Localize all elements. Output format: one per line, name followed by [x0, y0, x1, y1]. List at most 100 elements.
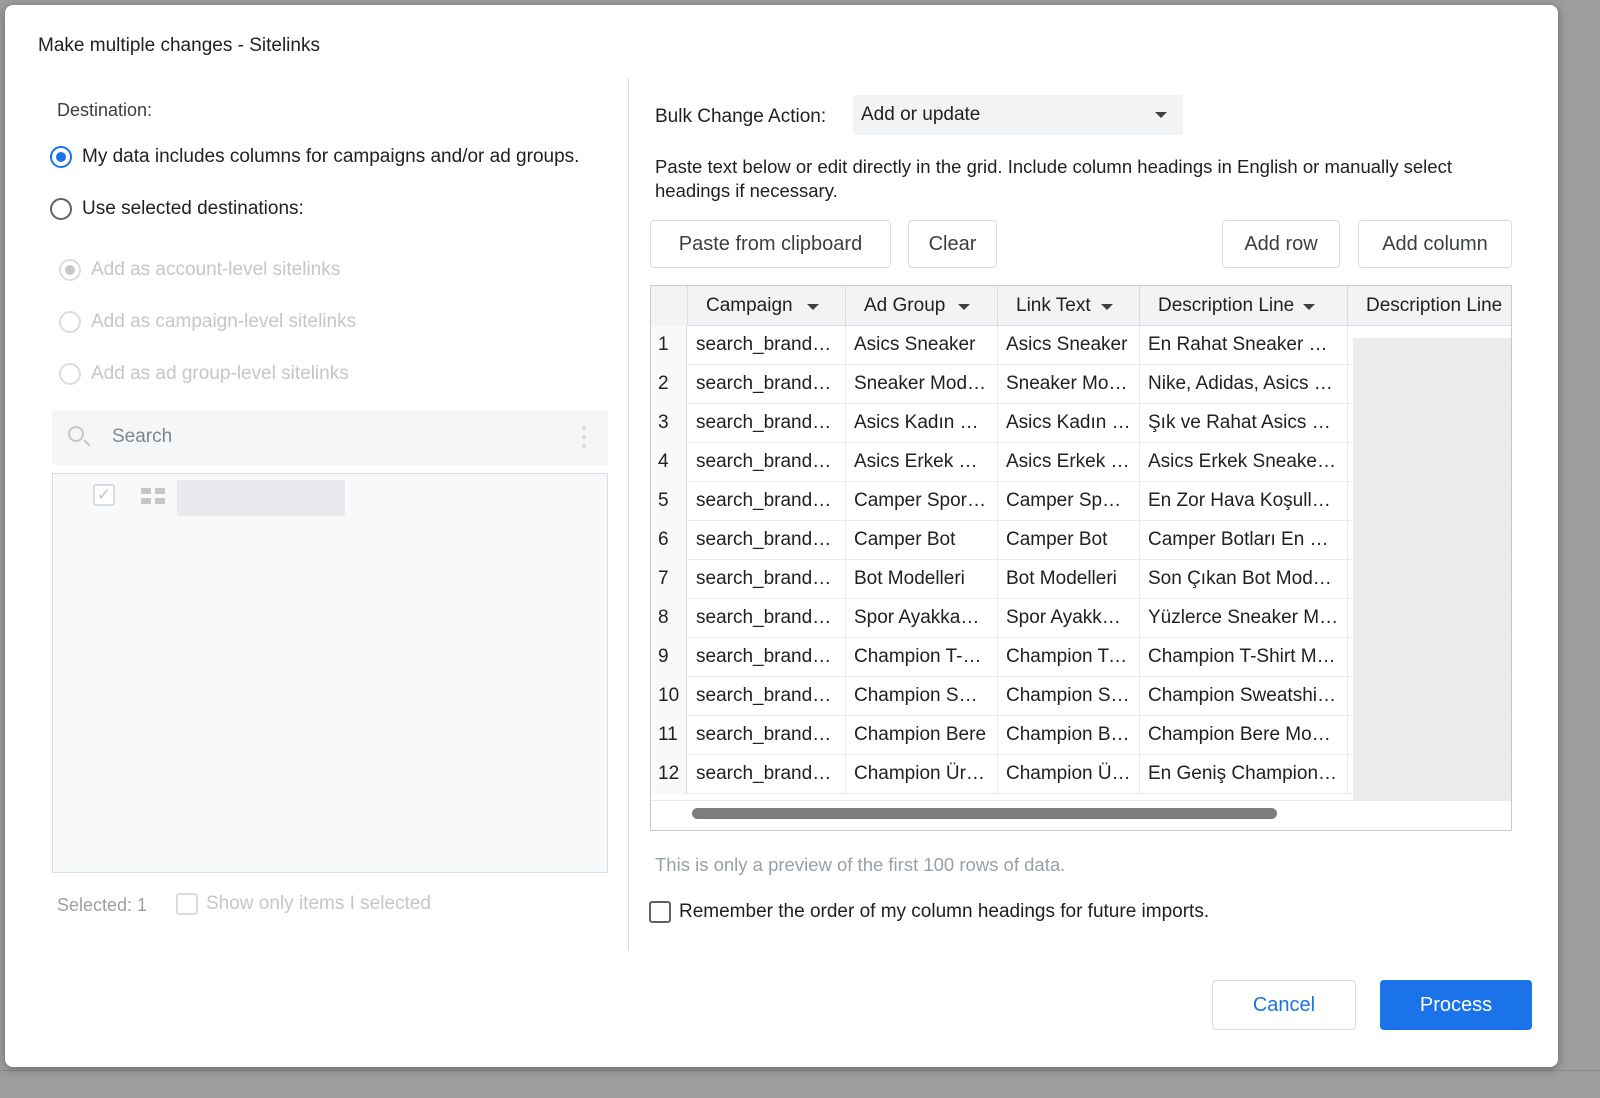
grid-cell[interactable]: Bot Modelleri — [998, 560, 1140, 599]
grid-instructions: Paste text below or edit directly in the… — [655, 156, 1452, 201]
process-button[interactable]: Process — [1380, 980, 1532, 1030]
grid-cell[interactable]: En Geniş Champion … — [1140, 755, 1348, 794]
radio-unchecked-icon[interactable] — [50, 198, 72, 220]
grid-cell[interactable]: Spor Ayakka… — [998, 599, 1140, 638]
clear-button[interactable]: Clear — [908, 220, 997, 268]
radio-account-level: Add as account-level sitelinks — [59, 259, 340, 281]
more-vert-icon — [582, 426, 586, 448]
grid-cell[interactable]: Champion T-S… — [846, 638, 998, 677]
chevron-down-icon[interactable] — [1303, 304, 1315, 310]
table-row: 10 search_brand_… Champion Sw… Champion S… C… — [651, 677, 1511, 716]
grid-cell[interactable]: Champion T-Shirt M… — [1140, 638, 1348, 677]
grid-cell[interactable]: search_brand_… — [688, 326, 846, 365]
grid-cell[interactable]: Camper Bot — [998, 521, 1140, 560]
radio-disabled-icon — [59, 363, 81, 385]
grid-cell[interactable]: search_brand_… — [688, 482, 846, 521]
table-row: 3 search_brand_… Asics Kadın S… Asics Kadın… — [651, 404, 1511, 443]
tree-item-label-placeholder — [177, 480, 345, 516]
table-row: 6 search_brand_… Camper Bot Camper Bot Campe… — [651, 521, 1511, 560]
checkbox-icon[interactable] — [649, 901, 671, 923]
grid-cell[interactable]: search_brand_… — [688, 443, 846, 482]
grid-cell[interactable]: En Zor Hava Koşulla… — [1140, 482, 1348, 521]
row-number: 4 — [651, 443, 687, 482]
radio-data-includes-columns[interactable]: My data includes columns for campaigns a… — [50, 146, 579, 168]
show-only-selected-toggle: Show only items I selected — [176, 893, 431, 915]
grid-cell[interactable]: Bot Modelleri — [846, 560, 998, 599]
grid-cell[interactable]: Camper Spor … — [846, 482, 998, 521]
grid-cell[interactable]: Yüzlerce Sneaker M… — [1140, 599, 1348, 638]
grid-cell[interactable]: Champion B… — [998, 716, 1140, 755]
grid-cell[interactable]: Champion Bere — [846, 716, 998, 755]
paste-from-clipboard-button[interactable]: Paste from clipboard — [650, 220, 891, 268]
grid-cell[interactable]: search_brand_… — [688, 404, 846, 443]
column-header-label: Description Line — [1158, 295, 1295, 316]
chevron-down-icon[interactable] — [1101, 304, 1113, 310]
grid-cell[interactable]: Şık ve Rahat Asics K… — [1140, 404, 1348, 443]
row-number: 11 — [651, 716, 687, 755]
grid-cell[interactable]: Asics Erkek S… — [846, 443, 998, 482]
radio-label: My data includes columns for campaigns a… — [82, 146, 580, 167]
search-input[interactable] — [110, 422, 550, 452]
grid-cell[interactable]: En Rahat Sneaker M… — [1140, 326, 1348, 365]
grid-cell[interactable]: Sneaker Mo… — [998, 365, 1140, 404]
grid-cell[interactable]: Nike, Adidas, Asics … — [1140, 365, 1348, 404]
column-header-ad-group[interactable]: Ad Group — [846, 286, 998, 326]
cancel-button[interactable]: Cancel — [1212, 980, 1356, 1030]
grid-header-row: Campaign Ad Group Link Text Description … — [651, 286, 1511, 326]
bulk-change-action-select[interactable]: Add or update — [853, 95, 1183, 135]
grid-cell[interactable]: Champion Sw… — [846, 677, 998, 716]
row-number: 9 — [651, 638, 687, 677]
chevron-down-icon[interactable] — [807, 304, 819, 310]
grid-cell[interactable]: Camper Spo… — [998, 482, 1140, 521]
row-number: 8 — [651, 599, 687, 638]
grid-cell[interactable]: Champion Ür… — [846, 755, 998, 794]
row-number: 5 — [651, 482, 687, 521]
radio-disabled-icon — [59, 311, 81, 333]
grid-cell[interactable]: Asics Kadın … — [998, 404, 1140, 443]
grid-cell[interactable]: Asics Erkek Sneaker… — [1140, 443, 1348, 482]
add-row-button[interactable]: Add row — [1222, 220, 1340, 268]
grid-cell[interactable]: search_brand_… — [688, 560, 846, 599]
add-column-button[interactable]: Add column — [1358, 220, 1512, 268]
radio-use-selected-destinations[interactable]: Use selected destinations: — [50, 198, 304, 220]
row-number: 6 — [651, 521, 687, 560]
column-header-link-text[interactable]: Link Text — [998, 286, 1140, 326]
bulk-sitelinks-dialog: Make multiple changes - Sitelinks Destin… — [5, 5, 1558, 1067]
grid-cell[interactable]: search_brand_… — [688, 638, 846, 677]
account-grid-icon — [141, 488, 165, 504]
grid-cell[interactable]: Asics Sneaker — [846, 326, 998, 365]
row-number: 12 — [651, 755, 687, 794]
grid-cell[interactable]: search_brand_… — [688, 599, 846, 638]
remember-order-label: Remember the order of my column headings… — [679, 901, 1210, 922]
column-header-description-2[interactable]: Description Line — [1348, 286, 1511, 326]
grid-cell[interactable]: Champion S… — [998, 677, 1140, 716]
grid-cell[interactable]: search_brand_… — [688, 365, 846, 404]
grid-cell[interactable]: Champion T-… — [998, 638, 1140, 677]
column-header-campaign[interactable]: Campaign — [688, 286, 846, 326]
column-header-description-1[interactable]: Description Line — [1140, 286, 1348, 326]
grid-cell[interactable]: Camper Botları En U… — [1140, 521, 1348, 560]
grid-cell[interactable]: Son Çıkan Bot Mod… — [1140, 560, 1348, 599]
grid-cell[interactable]: search_brand_… — [688, 677, 846, 716]
scrollbar-thumb[interactable] — [692, 808, 1277, 819]
radio-checked-icon[interactable] — [50, 146, 72, 168]
grid-cell[interactable]: Camper Bot — [846, 521, 998, 560]
grid-cell[interactable]: Spor Ayakkab… — [846, 599, 998, 638]
table-row: 12 search_brand_… Champion Ür… Champion Ü… E… — [651, 755, 1511, 794]
grid-cell[interactable]: search_brand_… — [688, 716, 846, 755]
row-number: 7 — [651, 560, 687, 599]
grid-cell[interactable]: Champion Bere Mo… — [1140, 716, 1348, 755]
grid-cell[interactable]: Asics Erkek … — [998, 443, 1140, 482]
grid-cell[interactable]: Asics Kadın S… — [846, 404, 998, 443]
grid-cell[interactable]: Asics Sneaker — [998, 326, 1140, 365]
radio-label: Add as account-level sitelinks — [91, 259, 341, 280]
grid-cell[interactable]: search_brand_… — [688, 521, 846, 560]
chevron-down-icon[interactable] — [958, 304, 970, 310]
grid-cell[interactable]: Champion Ü… — [998, 755, 1140, 794]
horizontal-scrollbar[interactable] — [651, 800, 1511, 830]
column-header-label: Campaign — [706, 295, 793, 316]
grid-cell[interactable]: search_brand_… — [688, 755, 846, 794]
remember-order-option[interactable]: Remember the order of my column headings… — [649, 901, 1209, 923]
grid-cell[interactable]: Champion Sweatshi… — [1140, 677, 1348, 716]
grid-cell[interactable]: Sneaker Mod… — [846, 365, 998, 404]
